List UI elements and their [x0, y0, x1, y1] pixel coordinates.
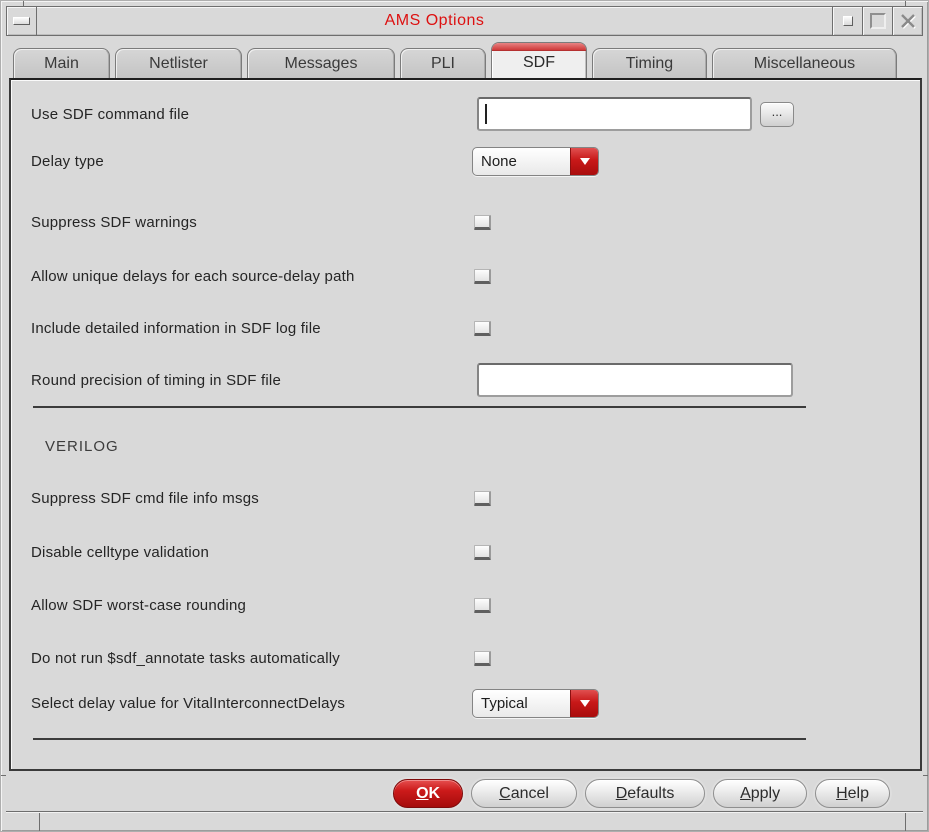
browse-button[interactable]: ...	[760, 101, 794, 127]
tab-pli[interactable]: PLI	[400, 48, 486, 78]
round-precision-row: Round precision of timing in SDF file	[31, 361, 904, 399]
help-button[interactable]: Help	[815, 779, 890, 808]
suppress-info-msgs-row: Suppress SDF cmd file info msgs	[31, 479, 904, 517]
verilog-section-label: VERILOG	[45, 438, 119, 455]
frame-notch	[905, 812, 906, 831]
round-precision-input[interactable]	[477, 363, 793, 397]
tab-miscellaneous[interactable]: Miscellaneous	[712, 48, 897, 78]
dialog-footer: OK Cancel Defaults Apply Help	[393, 778, 890, 809]
window-title: AMS Options	[384, 12, 485, 29]
tab-messages[interactable]: Messages	[247, 48, 395, 78]
maximize-button[interactable]	[862, 7, 892, 35]
delay-type-dropdown[interactable]: None	[472, 146, 599, 176]
disable-celltype-checkbox[interactable]	[474, 544, 491, 560]
worst-case-label: Allow SDF worst-case rounding	[31, 596, 247, 614]
vital-delay-value: Typical	[481, 694, 528, 712]
no-sdf-annotate-checkbox[interactable]	[474, 650, 491, 666]
minimize-icon	[842, 16, 853, 26]
detailed-info-checkbox[interactable]	[474, 320, 491, 336]
sdf-command-file-label: Use SDF command file	[31, 105, 190, 123]
suppress-warnings-checkbox[interactable]	[474, 214, 491, 230]
tab-bar: Main Netlister Messages PLI SDF Timing M…	[13, 42, 897, 78]
window-menu-button[interactable]	[7, 7, 37, 35]
disable-celltype-label: Disable celltype validation	[31, 543, 209, 561]
frame-notch	[39, 812, 40, 831]
worst-case-checkbox[interactable]	[474, 597, 491, 613]
detailed-info-label: Include detailed information in SDF log …	[31, 319, 321, 337]
separator	[33, 406, 806, 408]
delay-type-value: None	[481, 152, 517, 170]
dropdown-arrow	[570, 147, 598, 175]
sdf-command-file-row: Use SDF command file ...	[31, 95, 904, 133]
minimize-button[interactable]	[832, 7, 862, 35]
bottom-frame-line	[6, 811, 923, 812]
delay-type-label: Delay type	[31, 152, 104, 170]
defaults-button[interactable]: Defaults	[585, 779, 706, 808]
worst-case-row: Allow SDF worst-case rounding	[31, 586, 904, 624]
vital-delay-label: Select delay value for VitalInterconnect…	[31, 694, 346, 712]
no-sdf-annotate-row: Do not run $sdf_annotate tasks automatic…	[31, 639, 904, 677]
unique-delays-row: Allow unique delays for each source-dela…	[31, 257, 904, 295]
tab-netlister[interactable]: Netlister	[115, 48, 242, 78]
suppress-warnings-row: Suppress SDF warnings	[31, 203, 904, 241]
dropdown-arrow	[570, 689, 598, 717]
delay-type-row: Delay type None	[31, 142, 904, 180]
frame-notch	[1, 775, 6, 776]
cancel-button[interactable]: Cancel	[471, 779, 578, 808]
sdf-command-file-input[interactable]	[477, 97, 752, 131]
frame-notch	[923, 775, 928, 776]
sdf-tab-panel: Use SDF command file ... Delay type None…	[9, 78, 922, 771]
round-precision-label: Round precision of timing in SDF file	[31, 371, 282, 389]
disable-celltype-row: Disable celltype validation	[31, 533, 904, 571]
vital-delay-dropdown[interactable]: Typical	[472, 688, 599, 718]
apply-button[interactable]: Apply	[713, 779, 808, 808]
suppress-warnings-label: Suppress SDF warnings	[31, 213, 197, 231]
ok-button[interactable]: OK	[393, 779, 464, 808]
chevron-down-icon	[579, 699, 590, 707]
unique-delays-label: Allow unique delays for each source-dela…	[31, 267, 355, 285]
chevron-down-icon	[579, 157, 590, 165]
tab-timing[interactable]: Timing	[592, 48, 707, 78]
vital-delay-row: Select delay value for VitalInterconnect…	[31, 684, 904, 722]
close-button[interactable]	[892, 7, 922, 35]
text-cursor	[485, 104, 487, 124]
detailed-info-row: Include detailed information in SDF log …	[31, 309, 904, 347]
window-menu-icon	[13, 17, 30, 25]
separator	[33, 738, 806, 740]
unique-delays-checkbox[interactable]	[474, 268, 491, 284]
suppress-info-msgs-checkbox[interactable]	[474, 490, 491, 506]
maximize-icon	[869, 13, 886, 29]
no-sdf-annotate-label: Do not run $sdf_annotate tasks automatic…	[31, 649, 340, 667]
tab-sdf[interactable]: SDF	[491, 42, 587, 78]
ams-options-dialog: AMS Options Main Netlister Messages PLI …	[0, 0, 929, 832]
title-bar[interactable]: AMS Options	[6, 6, 923, 36]
suppress-info-msgs-label: Suppress SDF cmd file info msgs	[31, 489, 259, 507]
tab-main[interactable]: Main	[13, 48, 110, 78]
close-icon	[900, 14, 916, 29]
